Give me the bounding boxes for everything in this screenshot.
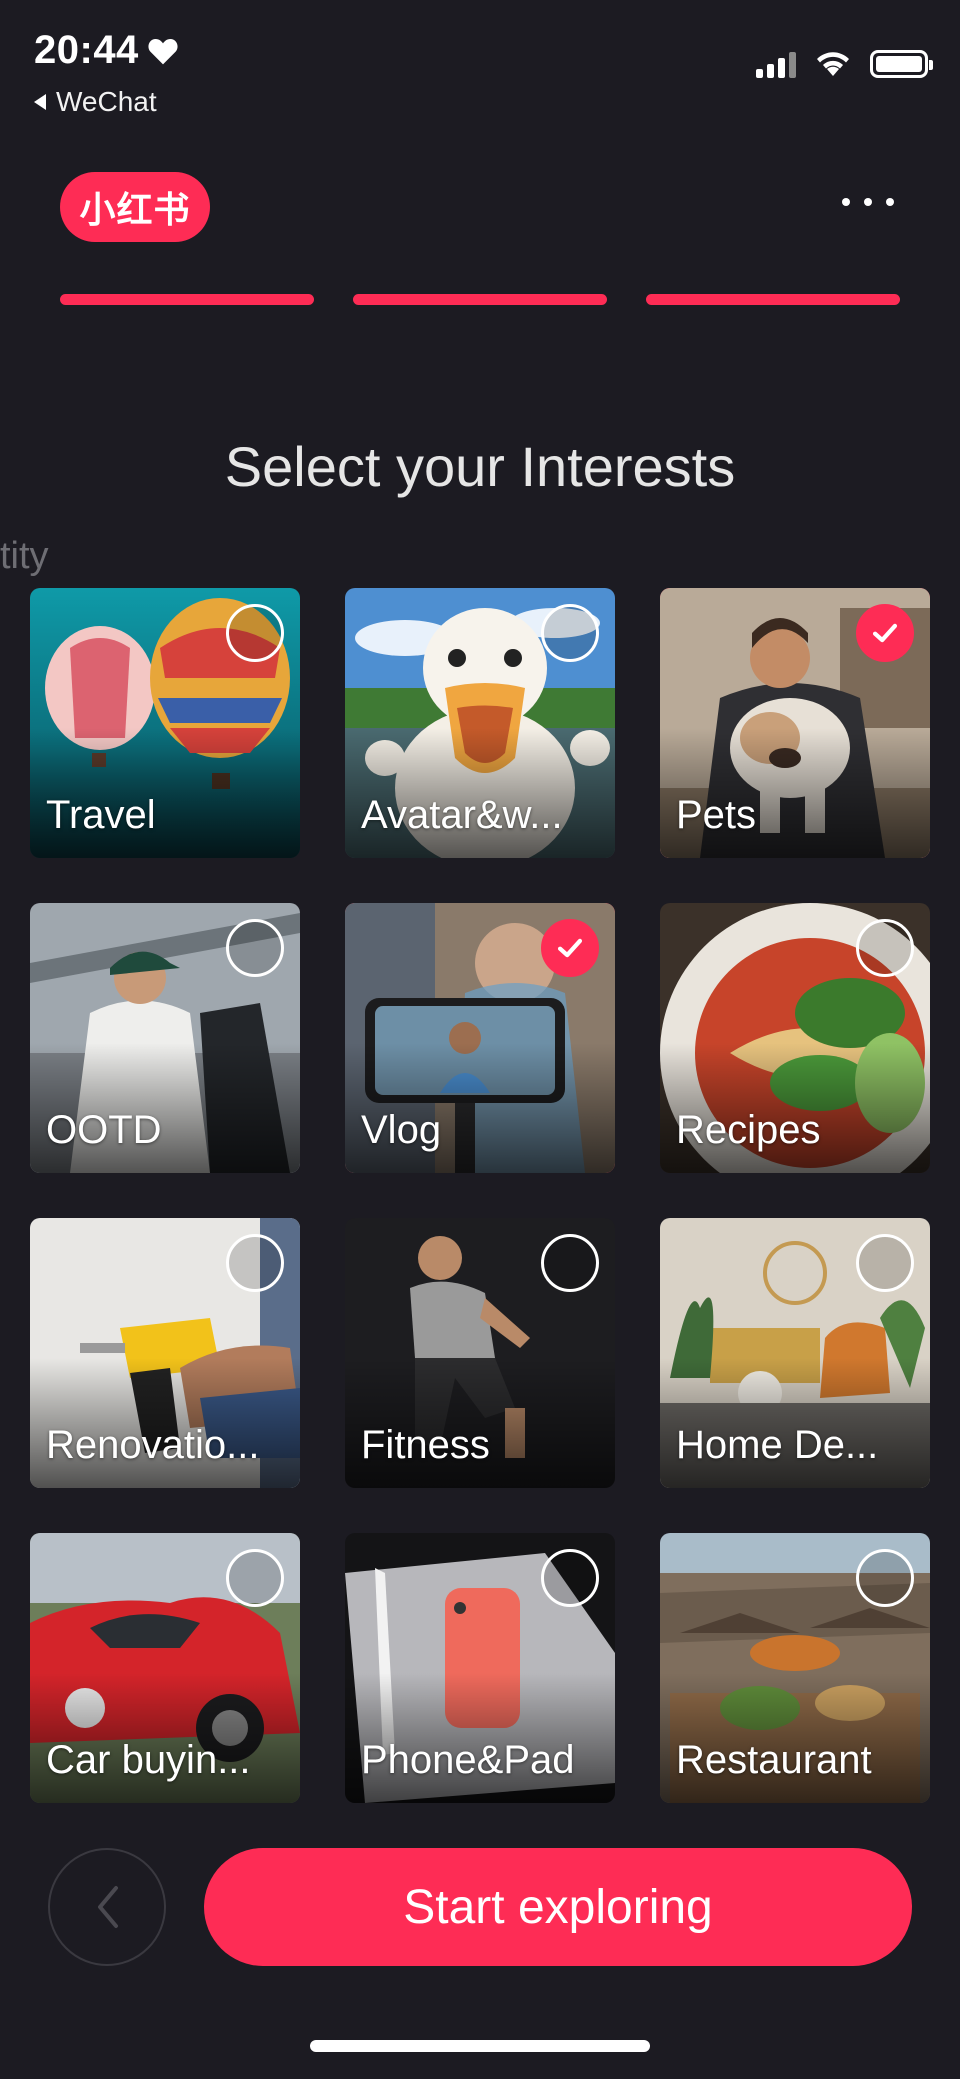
interest-card-car[interactable]: Car buyin... <box>30 1533 300 1803</box>
interest-grid: Travel Avatar&w... Pets OOTD Vlog Recipe… <box>30 588 930 1803</box>
interest-label: Fitness <box>361 1423 490 1467</box>
home-indicator[interactable] <box>310 2040 650 2052</box>
interest-card-travel[interactable]: Travel <box>30 588 300 858</box>
checkbox[interactable] <box>541 1234 599 1292</box>
interest-card-pets[interactable]: Pets <box>660 588 930 858</box>
page-title: Select your Interests <box>224 435 736 498</box>
interest-label: Renovatio... <box>46 1423 260 1467</box>
interest-card-recipes[interactable]: Recipes <box>660 903 930 1173</box>
checkbox[interactable] <box>856 1549 914 1607</box>
heart-icon <box>148 38 178 64</box>
checkbox[interactable] <box>541 1549 599 1607</box>
interest-label: Recipes <box>676 1108 821 1152</box>
interest-label: Phone&Pad <box>361 1738 575 1782</box>
progress-step-1 <box>60 294 314 305</box>
checkbox[interactable] <box>541 604 599 662</box>
clock: 20:44 <box>34 28 139 72</box>
wifi-icon <box>817 52 849 76</box>
progress-step-2 <box>353 294 607 305</box>
checkbox[interactable] <box>226 919 284 977</box>
interest-label: Restaurant <box>676 1738 872 1782</box>
checkbox[interactable] <box>856 604 914 662</box>
interest-card-vlog[interactable]: Vlog <box>345 903 615 1173</box>
ghost-text: tity <box>0 535 49 577</box>
interest-card-restaurant[interactable]: Restaurant <box>660 1533 930 1803</box>
back-to-app[interactable]: WeChat <box>32 86 157 118</box>
interest-label: Car buyin... <box>46 1738 251 1782</box>
interest-label: Avatar&w... <box>361 793 563 837</box>
status-indicators <box>756 50 933 78</box>
interest-card-ootd[interactable]: OOTD <box>30 903 300 1173</box>
interest-card-home-decor[interactable]: Home De... <box>660 1218 930 1488</box>
checkbox[interactable] <box>856 919 914 977</box>
status-time: 20:44 <box>34 28 179 73</box>
app-logo: 小红书 <box>60 172 210 242</box>
interest-label: Vlog <box>361 1108 442 1152</box>
checkbox[interactable] <box>226 1549 284 1607</box>
more-dots-icon[interactable] <box>842 198 894 206</box>
checkbox[interactable] <box>226 604 284 662</box>
progress-indicator <box>60 294 900 305</box>
progress-step-3 <box>646 294 900 305</box>
interest-card-fitness[interactable]: Fitness <box>345 1218 615 1488</box>
interest-label: Home De... <box>676 1423 879 1467</box>
checkbox[interactable] <box>226 1234 284 1292</box>
battery-icon <box>870 50 933 78</box>
interest-card-avatar[interactable]: Avatar&w... <box>345 588 615 858</box>
cellular-signal-icon <box>756 50 796 78</box>
checkmark-icon <box>872 623 898 643</box>
interest-label: OOTD <box>46 1108 162 1152</box>
checkmark-icon <box>557 938 583 958</box>
checkbox[interactable] <box>541 919 599 977</box>
interest-label: Pets <box>676 793 757 837</box>
interest-card-phone-pad[interactable]: Phone&Pad <box>345 1533 615 1803</box>
chevron-left-icon <box>98 1886 118 1928</box>
checkbox[interactable] <box>856 1234 914 1292</box>
back-button[interactable] <box>48 1848 166 1966</box>
interest-label: Travel <box>46 793 156 837</box>
back-app-label: WeChat <box>56 86 157 117</box>
back-triangle-icon <box>34 94 46 110</box>
start-exploring-button[interactable]: Start exploring <box>204 1848 912 1966</box>
interest-card-renovation[interactable]: Renovatio... <box>30 1218 300 1488</box>
